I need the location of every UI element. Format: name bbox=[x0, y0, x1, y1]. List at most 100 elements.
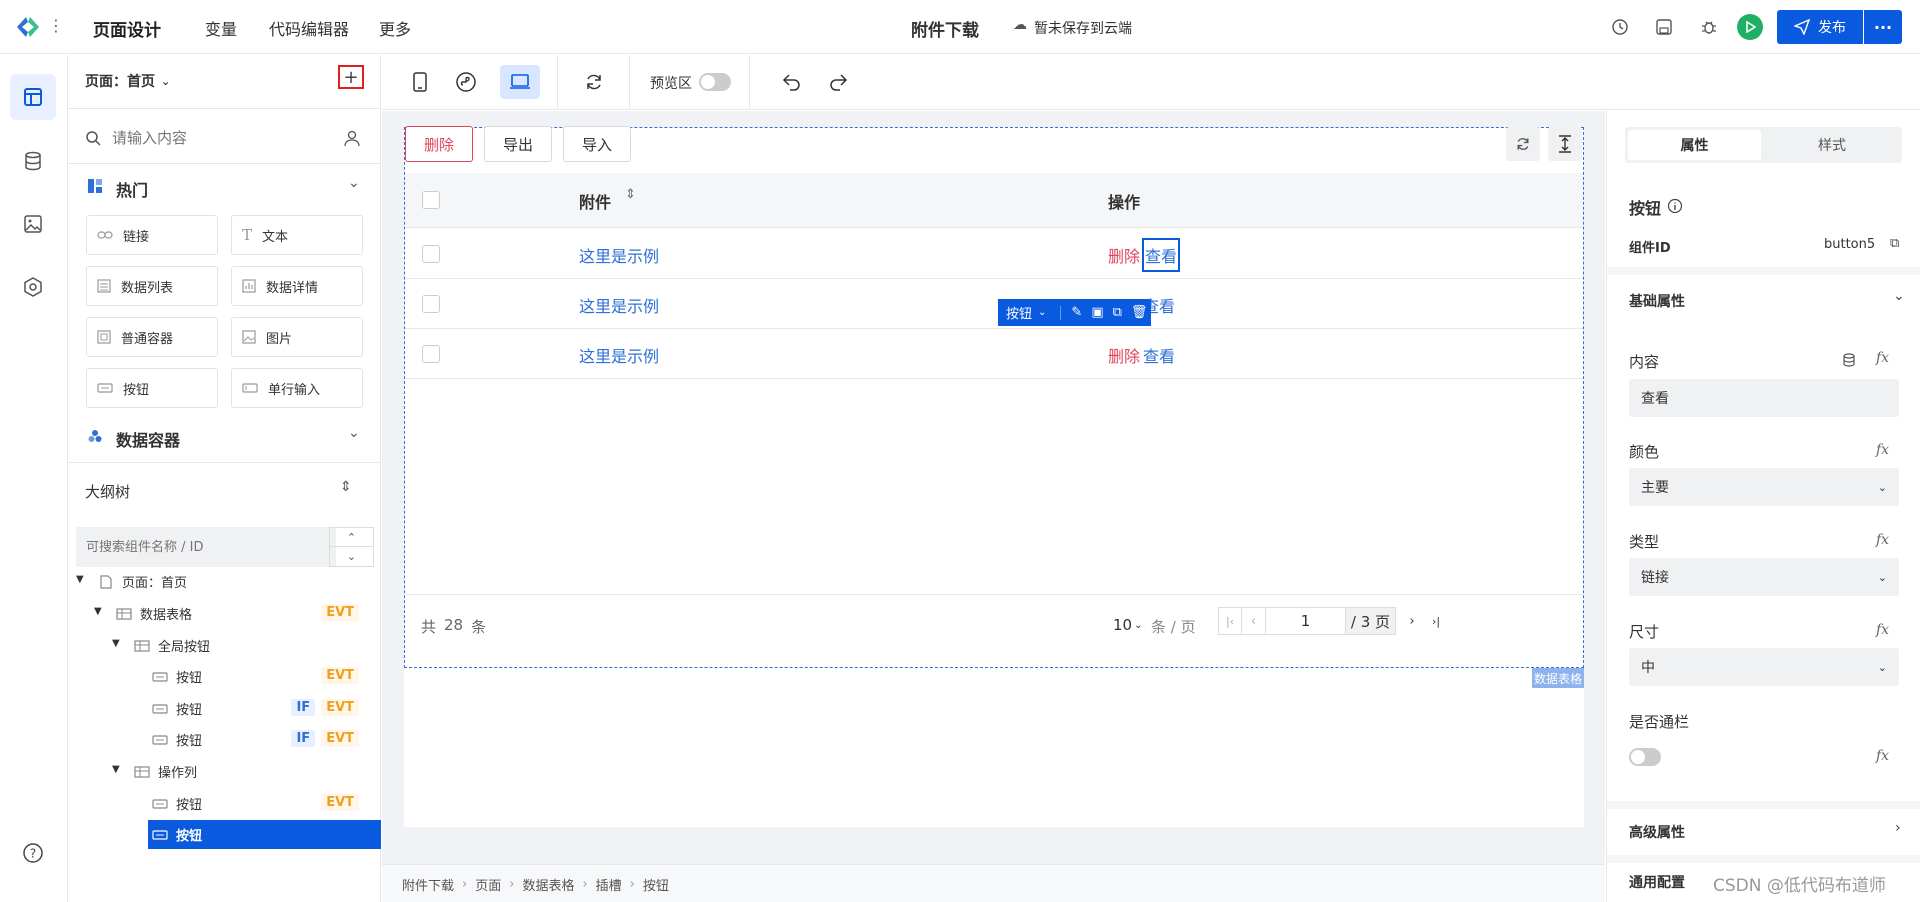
expand-caret-icon[interactable]: ▼ bbox=[112, 764, 120, 775]
page-select[interactable]: 页面：首页 ⌄ bbox=[85, 71, 170, 91]
prev-page-icon[interactable]: ‹ bbox=[1242, 607, 1266, 635]
outline-tree-item[interactable]: ▼ 全局按钮 bbox=[68, 630, 381, 661]
add-page-button[interactable]: + bbox=[338, 65, 364, 89]
outline-tree-item[interactable]: 按钮 IF EVT bbox=[68, 693, 381, 724]
row-checkbox[interactable] bbox=[422, 295, 440, 313]
next-match-button[interactable]: ⌄ bbox=[329, 547, 374, 567]
fx-icon[interactable]: fx bbox=[1876, 622, 1889, 638]
evt-badge[interactable]: EVT bbox=[321, 794, 359, 811]
attachment-link[interactable]: 这里是示例 bbox=[579, 343, 659, 367]
outline-tree-item[interactable]: 按钮 IF EVT bbox=[68, 724, 381, 755]
row-delete-link[interactable]: 删除 bbox=[1108, 243, 1140, 267]
outline-tree-item[interactable]: ▼ 数据表格 EVT bbox=[68, 598, 381, 629]
general-config-title[interactable]: 通用配置 bbox=[1629, 872, 1685, 892]
chevron-right-icon[interactable]: › bbox=[1895, 820, 1901, 836]
breadcrumb-item[interactable]: 按钮 bbox=[643, 875, 669, 894]
row-height-icon[interactable] bbox=[1548, 127, 1582, 161]
chevron-down-icon[interactable]: ⌄ bbox=[1893, 288, 1905, 304]
refresh-icon[interactable] bbox=[580, 68, 608, 96]
chevron-down-icon[interactable]: ⌄ bbox=[348, 425, 360, 441]
selected-component-label[interactable]: 按钮 bbox=[1006, 303, 1032, 322]
menu-variables[interactable]: 变量 bbox=[205, 16, 237, 40]
component-button[interactable]: 按钮 bbox=[86, 368, 218, 408]
evt-badge[interactable]: EVT bbox=[321, 604, 359, 621]
row-delete-link[interactable]: 删除 bbox=[1108, 343, 1140, 367]
more-vert-icon[interactable]: ⋮ bbox=[48, 16, 64, 35]
if-badge[interactable]: IF bbox=[291, 699, 316, 716]
fx-icon[interactable]: fx bbox=[1876, 350, 1889, 366]
component-link[interactable]: 链接 bbox=[86, 215, 218, 255]
page-size-select[interactable]: 10 ⌄ bbox=[1113, 616, 1142, 634]
outline-tree-item[interactable]: ▼ 操作列 bbox=[68, 756, 381, 787]
database-nav-icon[interactable] bbox=[10, 138, 56, 184]
attachment-link[interactable]: 这里是示例 bbox=[579, 243, 659, 267]
help-icon[interactable]: ? bbox=[10, 830, 56, 876]
outline-tree-item[interactable]: 按钮 EVT bbox=[68, 788, 381, 819]
history-icon[interactable] bbox=[1606, 13, 1634, 41]
redo-icon[interactable] bbox=[824, 68, 852, 96]
menu-more[interactable]: 更多 bbox=[379, 16, 411, 40]
export-button[interactable]: 导出 bbox=[484, 126, 552, 162]
menu-code-editor[interactable]: 代码编辑器 bbox=[269, 16, 349, 40]
publish-button[interactable]: 发布 bbox=[1777, 10, 1863, 44]
block-toggle[interactable] bbox=[1629, 748, 1661, 766]
sort-icon[interactable]: ⇕ bbox=[625, 187, 636, 202]
breadcrumb-item[interactable]: 页面 bbox=[475, 875, 501, 894]
edit-icon[interactable]: ✎ bbox=[1071, 305, 1082, 320]
select-all-checkbox[interactable] bbox=[422, 191, 440, 209]
undo-icon[interactable] bbox=[778, 68, 806, 96]
expand-caret-icon[interactable]: ▼ bbox=[76, 574, 84, 585]
chevron-updown-icon[interactable]: ⇕ bbox=[340, 479, 352, 495]
debug-icon[interactable] bbox=[1695, 13, 1723, 41]
run-preview-icon[interactable] bbox=[1737, 14, 1763, 40]
preview-toggle[interactable] bbox=[699, 73, 731, 91]
prev-match-button[interactable]: ⌃ bbox=[329, 527, 374, 547]
component-input[interactable]: 单行输入 bbox=[231, 368, 363, 408]
outline-search-input[interactable] bbox=[76, 527, 336, 567]
fx-icon[interactable]: fx bbox=[1876, 532, 1889, 548]
next-page-icon[interactable]: › bbox=[1400, 607, 1424, 635]
user-settings-icon[interactable] bbox=[343, 129, 361, 147]
component-image[interactable]: 图片 bbox=[231, 317, 363, 357]
color-select[interactable]: 主要 ⌄ bbox=[1629, 468, 1899, 506]
miniprogram-view-icon[interactable] bbox=[452, 68, 480, 96]
copy-icon[interactable]: ⧉ bbox=[1890, 236, 1899, 251]
copy-icon[interactable]: ⧉ bbox=[1113, 305, 1122, 320]
type-select[interactable]: 链接 ⌄ bbox=[1629, 558, 1899, 596]
attachment-link[interactable]: 这里是示例 bbox=[579, 293, 659, 317]
row-view-link[interactable]: 查看 bbox=[1143, 343, 1175, 367]
component-container[interactable]: 普通容器 bbox=[86, 317, 218, 357]
advanced-props-title[interactable]: 高级属性 bbox=[1629, 822, 1685, 842]
evt-badge[interactable]: EVT bbox=[321, 699, 359, 716]
expand-caret-icon[interactable]: ▼ bbox=[94, 606, 102, 617]
table-refresh-icon[interactable] bbox=[1506, 127, 1540, 161]
first-page-icon[interactable]: |‹ bbox=[1218, 607, 1242, 635]
content-input[interactable]: 查看 bbox=[1629, 379, 1899, 417]
chevron-down-icon[interactable]: ⌄ bbox=[348, 175, 360, 191]
size-select[interactable]: 中 ⌄ bbox=[1629, 648, 1899, 686]
tab-style[interactable]: 样式 bbox=[1765, 130, 1899, 160]
info-icon[interactable] bbox=[1667, 198, 1683, 214]
save-icon[interactable] bbox=[1650, 13, 1678, 41]
page-design-nav-icon[interactable] bbox=[10, 74, 56, 120]
evt-badge[interactable]: EVT bbox=[321, 667, 359, 684]
component-nav-icon[interactable] bbox=[10, 264, 56, 310]
database-icon[interactable] bbox=[1842, 353, 1856, 367]
if-badge[interactable]: IF bbox=[291, 730, 316, 747]
last-page-icon[interactable]: ›| bbox=[1424, 607, 1448, 635]
delete-icon[interactable]: 🗑 bbox=[1131, 305, 1148, 320]
outline-tree-item[interactable]: 按钮 EVT bbox=[68, 661, 381, 692]
save-icon[interactable]: ▣ bbox=[1091, 305, 1103, 320]
chevron-down-icon[interactable]: ⌄ bbox=[1038, 307, 1046, 318]
pc-view-icon[interactable] bbox=[500, 65, 540, 99]
component-search-input[interactable] bbox=[112, 125, 312, 151]
row-view-link[interactable]: 查看 bbox=[1142, 238, 1181, 272]
row-checkbox[interactable] bbox=[422, 345, 440, 363]
breadcrumb-item[interactable]: 插槽 bbox=[596, 875, 622, 894]
component-data-detail[interactable]: 数据详情 bbox=[231, 266, 363, 306]
import-button[interactable]: 导入 bbox=[563, 126, 631, 162]
evt-badge[interactable]: EVT bbox=[321, 730, 359, 747]
outline-tree-item[interactable]: 按钮 bbox=[68, 819, 381, 850]
mobile-view-icon[interactable] bbox=[406, 68, 434, 96]
tab-props[interactable]: 属性 bbox=[1628, 130, 1761, 160]
